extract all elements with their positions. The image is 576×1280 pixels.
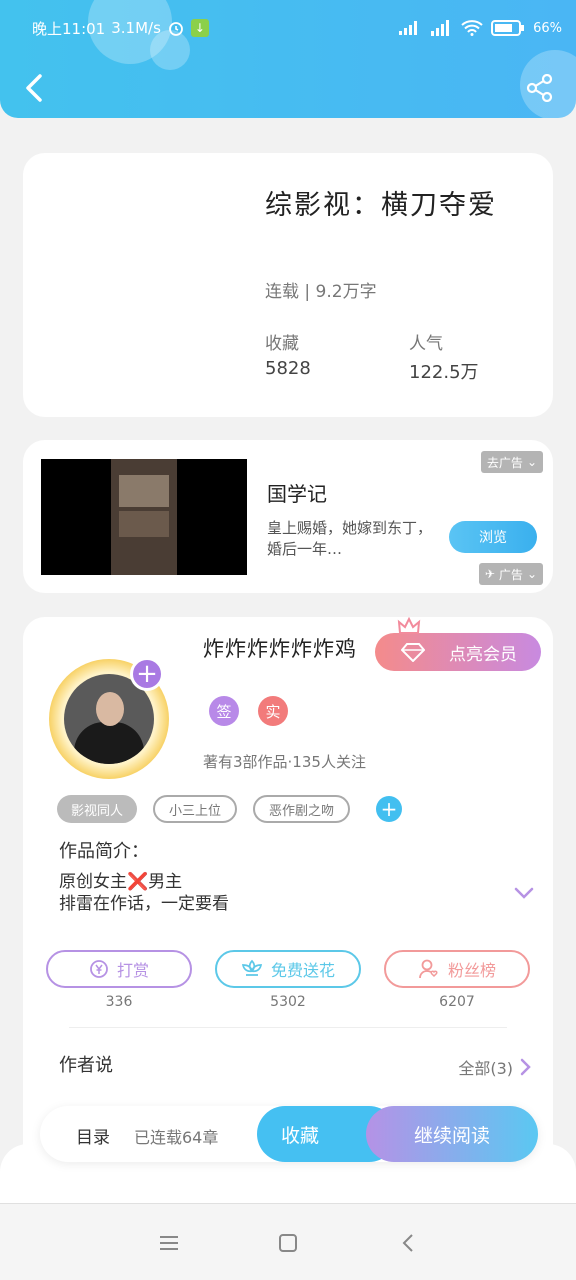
tip-button[interactable]: 打赏 [46,950,192,988]
free-flower-button[interactable]: 免费送花 [215,950,361,988]
author-say-all-link[interactable]: 全部(3) [458,1055,531,1079]
remove-ad-button[interactable]: 去广告 ⌄ [480,451,543,473]
share-icon[interactable] [526,74,554,102]
book-title: 综影视：横刀夺爱 [265,190,497,221]
intro-line: 排雷在作话，一定要看 [59,894,229,914]
ad-video[interactable] [41,459,247,575]
flower-icon [241,959,263,976]
action-row: 打赏 336 免费送花 5302 粉丝榜 6207 [46,950,530,1010]
signal-icon [399,21,418,35]
vip-button[interactable]: 点亮会员 [375,617,541,671]
crown-icon [397,617,421,634]
free-flower-label: 免费送花 [270,961,335,980]
author-say-label: 作者说 [59,1055,113,1076]
tip-count: 336 [105,994,133,1010]
tag-list: 影视同人 小三上位 恶作剧之吻 + [57,795,403,823]
signed-badge: 签 [209,696,239,726]
back-icon[interactable] [398,1232,420,1254]
verified-badge: 实 [258,696,288,726]
battery-icon [491,20,525,36]
wifi-icon [461,20,483,36]
back-arrow-icon[interactable] [22,72,46,104]
follow-plus-button[interactable]: + [130,657,164,691]
expand-chevron-icon[interactable] [513,885,535,901]
ad-title[interactable]: 国学记 [267,478,327,507]
author-name[interactable]: 炸炸炸炸炸炸鸡 [203,633,357,663]
ad-description[interactable]: 皇上赐婚，她嫁到东丁，婚后一年… [267,518,437,560]
tag-item[interactable]: 小三上位 [153,795,238,823]
chevron-right-icon [520,1058,531,1076]
book-info-card: 综影视：横刀夺爱 连载 | 9.2万字 收藏 5828 人气 122.5万 [23,153,553,417]
ad-label-badge[interactable]: ✈ 广告 ⌄ [478,563,543,585]
status-bar: 晚上11:01 3.1M/s ↓ 66% [32,16,562,40]
collect-value: 5828 [265,358,311,379]
author-info: 著有3部作品·135人关注 [203,753,366,771]
coin-icon [90,960,108,978]
popularity-label: 人气 [409,334,443,354]
vip-button-label: 点亮会员 [449,644,517,665]
status-time: 晚上11:01 [32,19,106,38]
fans-action: 粉丝榜 6207 [384,950,530,1010]
chapter-count[interactable]: 已连载64章 [134,1124,218,1148]
tag-item[interactable]: 恶作剧之吻 [253,795,351,823]
chevron-down-icon: ⌄ [526,567,537,581]
flower-action: 免费送花 5302 [215,950,361,1010]
intro-line: 原创女主❌男主 [59,872,183,892]
book-meta: 连载 | 9.2万字 [265,282,377,302]
divider [69,1027,507,1028]
alarm-icon [169,22,183,36]
user-heart-icon [419,959,438,979]
home-icon[interactable] [277,1232,299,1254]
author-card: + 炸炸炸炸炸炸鸡 点亮会员 签 实 著有3部作品·135人关注 影视同人 小三… [23,617,553,1177]
diamond-icon [401,643,425,662]
popularity-value: 122.5万 [409,362,479,383]
fans-rank-label: 粉丝榜 [447,961,496,980]
ad-video-caption [119,511,169,537]
chevron-down-icon: ⌄ [526,455,537,469]
directory-button[interactable]: 目录 [76,1123,110,1148]
continue-reading-button[interactable]: 继续阅读 [366,1106,538,1162]
ad-label: 广告 [498,567,523,582]
ad-card[interactable]: 去广告 ⌄ 国学记 皇上赐婚，她嫁到东丁，婚后一年… 浏览 ✈ 广告 ⌄ [23,440,553,593]
fans-count: 6207 [439,994,475,1010]
continue-reading-label: 继续阅读 [413,1124,490,1147]
flower-count: 5302 [270,994,306,1010]
add-tag-button[interactable]: + [376,796,403,822]
signal-hd-icon [431,20,450,36]
fans-rank-button[interactable]: 粉丝榜 [384,950,530,988]
ad-logo-icon: ✈ [484,567,495,581]
remove-ad-label: 去广告 [486,455,523,470]
favorite-label: 收藏 [281,1124,320,1147]
collect-label: 收藏 [265,334,299,354]
avatar-face [96,692,124,726]
battery-level: 66% [533,20,562,36]
author-say-all-label: 全部(3) [458,1059,513,1078]
intro-text: 原创女主❌男主 排雷在作话，一定要看 [59,871,229,915]
bottom-action-bar: 目录 已连载64章 收藏 继续阅读 [40,1106,538,1162]
ad-browse-button[interactable]: 浏览 [449,521,537,553]
tip-label: 打赏 [116,961,149,980]
ad-video-scene [119,475,169,507]
download-icon: ↓ [190,19,209,37]
header-bar: 晚上11:01 3.1M/s ↓ 66% [0,0,576,118]
menu-icon[interactable] [158,1232,180,1254]
status-speed: 3.1M/s [111,19,161,37]
ad-video-frame [111,459,177,575]
tag-item[interactable]: 影视同人 [57,795,138,823]
tip-action: 打赏 336 [46,950,192,1010]
intro-label: 作品简介： [59,841,149,862]
system-nav-bar [0,1203,576,1280]
avatar-shirt [74,722,144,764]
